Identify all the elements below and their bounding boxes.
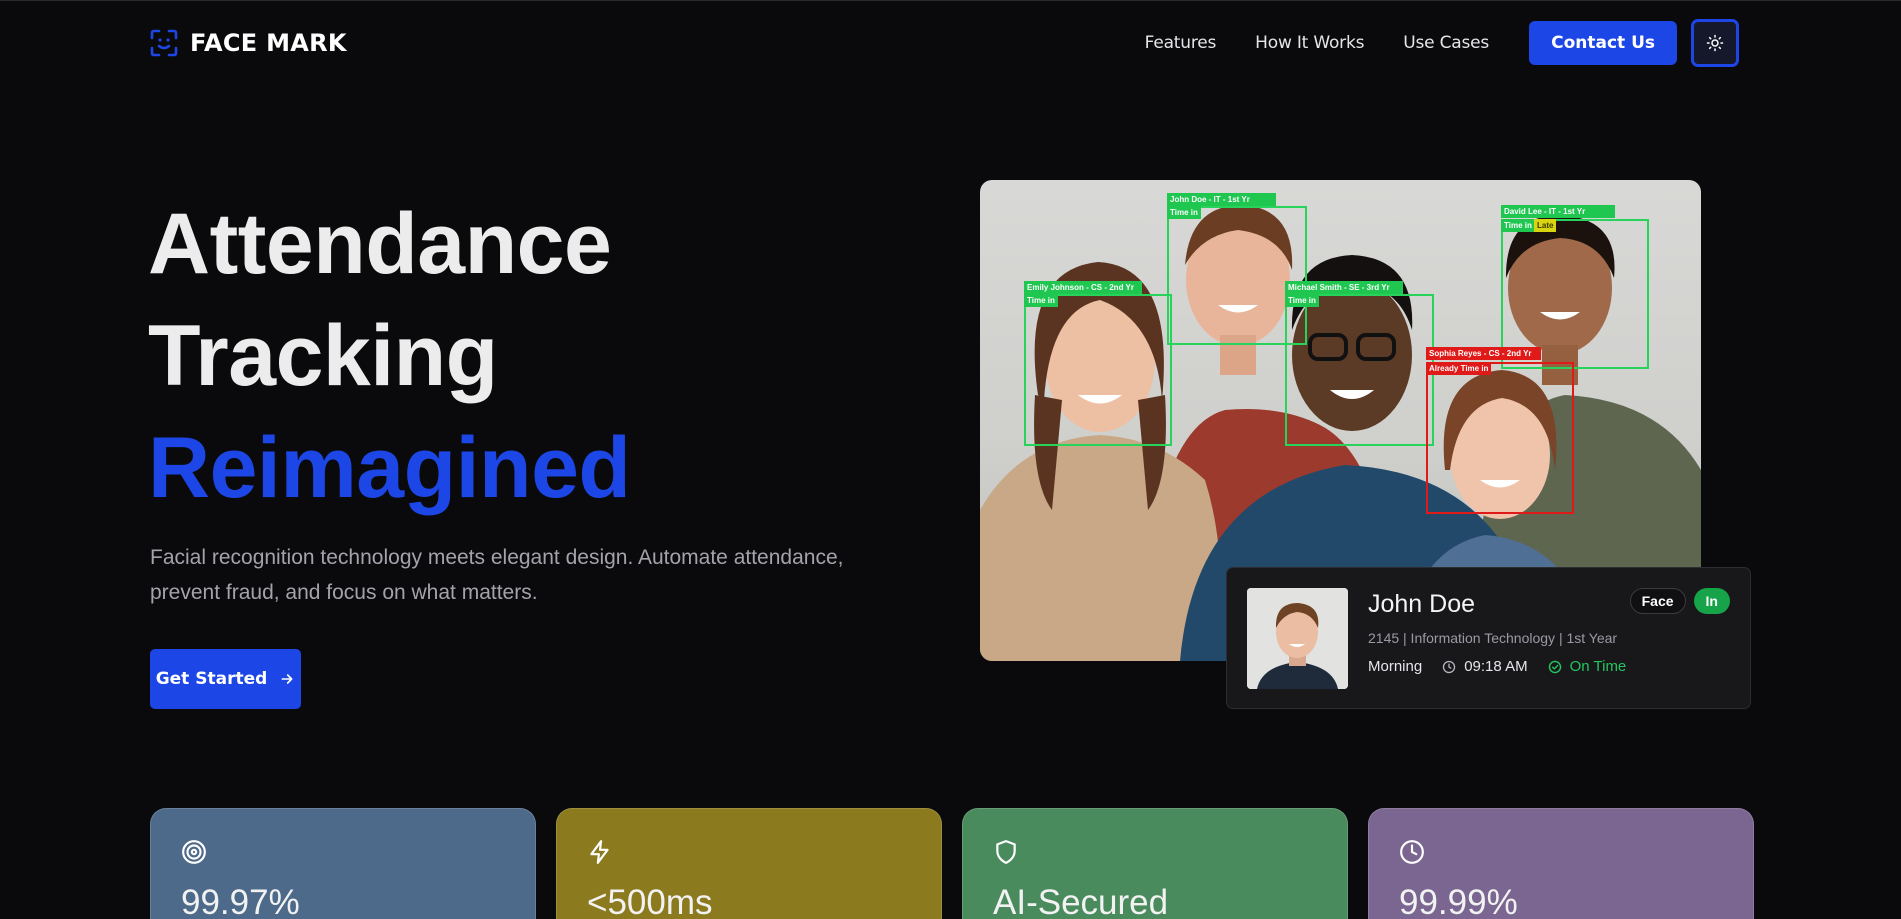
- method-badge: Face: [1629, 588, 1686, 614]
- stat-card-accuracy: 99.97%: [150, 808, 536, 919]
- detection-label-david-lee: David Lee - IT - 1st Yr: [1501, 205, 1615, 218]
- nav-link-features[interactable]: Features: [1145, 33, 1217, 53]
- detection-label-sophia-reyes: Sophia Reyes - CS - 2nd Yr: [1426, 347, 1541, 360]
- landing-page: FACE MARK Features How It Works Use Case…: [0, 0, 1901, 919]
- status-label: On Time: [1569, 658, 1627, 675]
- contact-us-button[interactable]: Contact Us: [1529, 21, 1677, 65]
- hero-title: Attendance Tracking Reimagined: [148, 188, 631, 524]
- get-started-label: Get Started: [155, 669, 268, 689]
- detection-box-emily-johnson: [1024, 294, 1172, 446]
- detection-status-david-lee: Time in: [1501, 219, 1535, 232]
- shield-icon: [996, 840, 1016, 864]
- profile-name: John Doe: [1368, 590, 1476, 618]
- detection-status-sophia-reyes: Already Time in: [1426, 362, 1492, 375]
- detection-label-michael-smith: Michael Smith - SE - 3rd Yr: [1285, 281, 1403, 294]
- attendance-profile-card: John Doe 2145 | Information Technology |…: [1226, 567, 1751, 709]
- get-started-button[interactable]: Get Started: [150, 649, 301, 709]
- detection-label-john-doe: John Doe - IT - 1st Yr: [1167, 193, 1276, 206]
- hero-title-line-3: Reimagined: [148, 420, 631, 516]
- status-badge: In: [1693, 588, 1730, 614]
- stat-card-speed: <500ms: [556, 808, 942, 919]
- clock-icon: [1443, 660, 1456, 673]
- stat-value-security: AI-Secured: [993, 883, 1169, 919]
- detection-box-michael-smith: [1285, 294, 1434, 446]
- face-scan-icon: [150, 29, 178, 57]
- stat-value-speed: <500ms: [587, 883, 713, 919]
- check-circle-icon: [1548, 660, 1561, 673]
- clock-icon: [1400, 840, 1424, 864]
- stat-value-uptime: 99.99%: [1399, 883, 1518, 919]
- lightning-icon: [590, 840, 609, 864]
- top-navbar: FACE MARK Features How It Works Use Case…: [0, 0, 1901, 84]
- sun-icon: [1706, 34, 1724, 52]
- detection-box-sophia-reyes: [1426, 362, 1574, 514]
- detection-status-michael-smith: Time in: [1285, 294, 1319, 307]
- nav-link-how-it-works[interactable]: How It Works: [1255, 33, 1364, 53]
- brand-logo[interactable]: FACE MARK: [150, 26, 347, 60]
- detection-label-emily-johnson: Emily Johnson - CS - 2nd Yr: [1024, 281, 1142, 294]
- avatar: [1247, 588, 1348, 689]
- stat-card-security: AI-Secured: [962, 808, 1348, 919]
- detection-status-john-doe: Time in: [1167, 206, 1201, 219]
- profile-badges: Face In: [1629, 588, 1730, 614]
- theme-toggle-button[interactable]: [1691, 19, 1739, 67]
- session-label: Morning: [1368, 658, 1423, 675]
- nav-links: Features How It Works Use Cases Contact …: [1145, 19, 1739, 67]
- arrow-right-icon: [281, 674, 293, 684]
- detection-status-emily-johnson: Time in: [1024, 294, 1058, 307]
- detection-flag-late: Late: [1534, 219, 1557, 232]
- time-label: 09:18 AM: [1464, 658, 1528, 675]
- hero-title-line-1: Attendance: [148, 196, 612, 292]
- hero-title-line-2: Tracking: [148, 308, 498, 404]
- hero-subtitle: Facial recognition technology meets eleg…: [150, 546, 844, 604]
- avatar-illustration: [1247, 588, 1348, 689]
- stats-row: 99.97% <500ms AI-Secured 99.99%: [150, 808, 1754, 919]
- target-icon: [182, 840, 206, 864]
- stat-card-uptime: 99.99%: [1368, 808, 1754, 919]
- nav-link-use-cases[interactable]: Use Cases: [1403, 33, 1489, 53]
- profile-attendance-row: Morning 09:18 AM On Time: [1368, 658, 1626, 675]
- brand-name: FACE MARK: [190, 29, 347, 57]
- stat-value-accuracy: 99.97%: [181, 883, 300, 919]
- profile-meta: 2145 | Information Technology | 1st Year: [1368, 630, 1618, 646]
